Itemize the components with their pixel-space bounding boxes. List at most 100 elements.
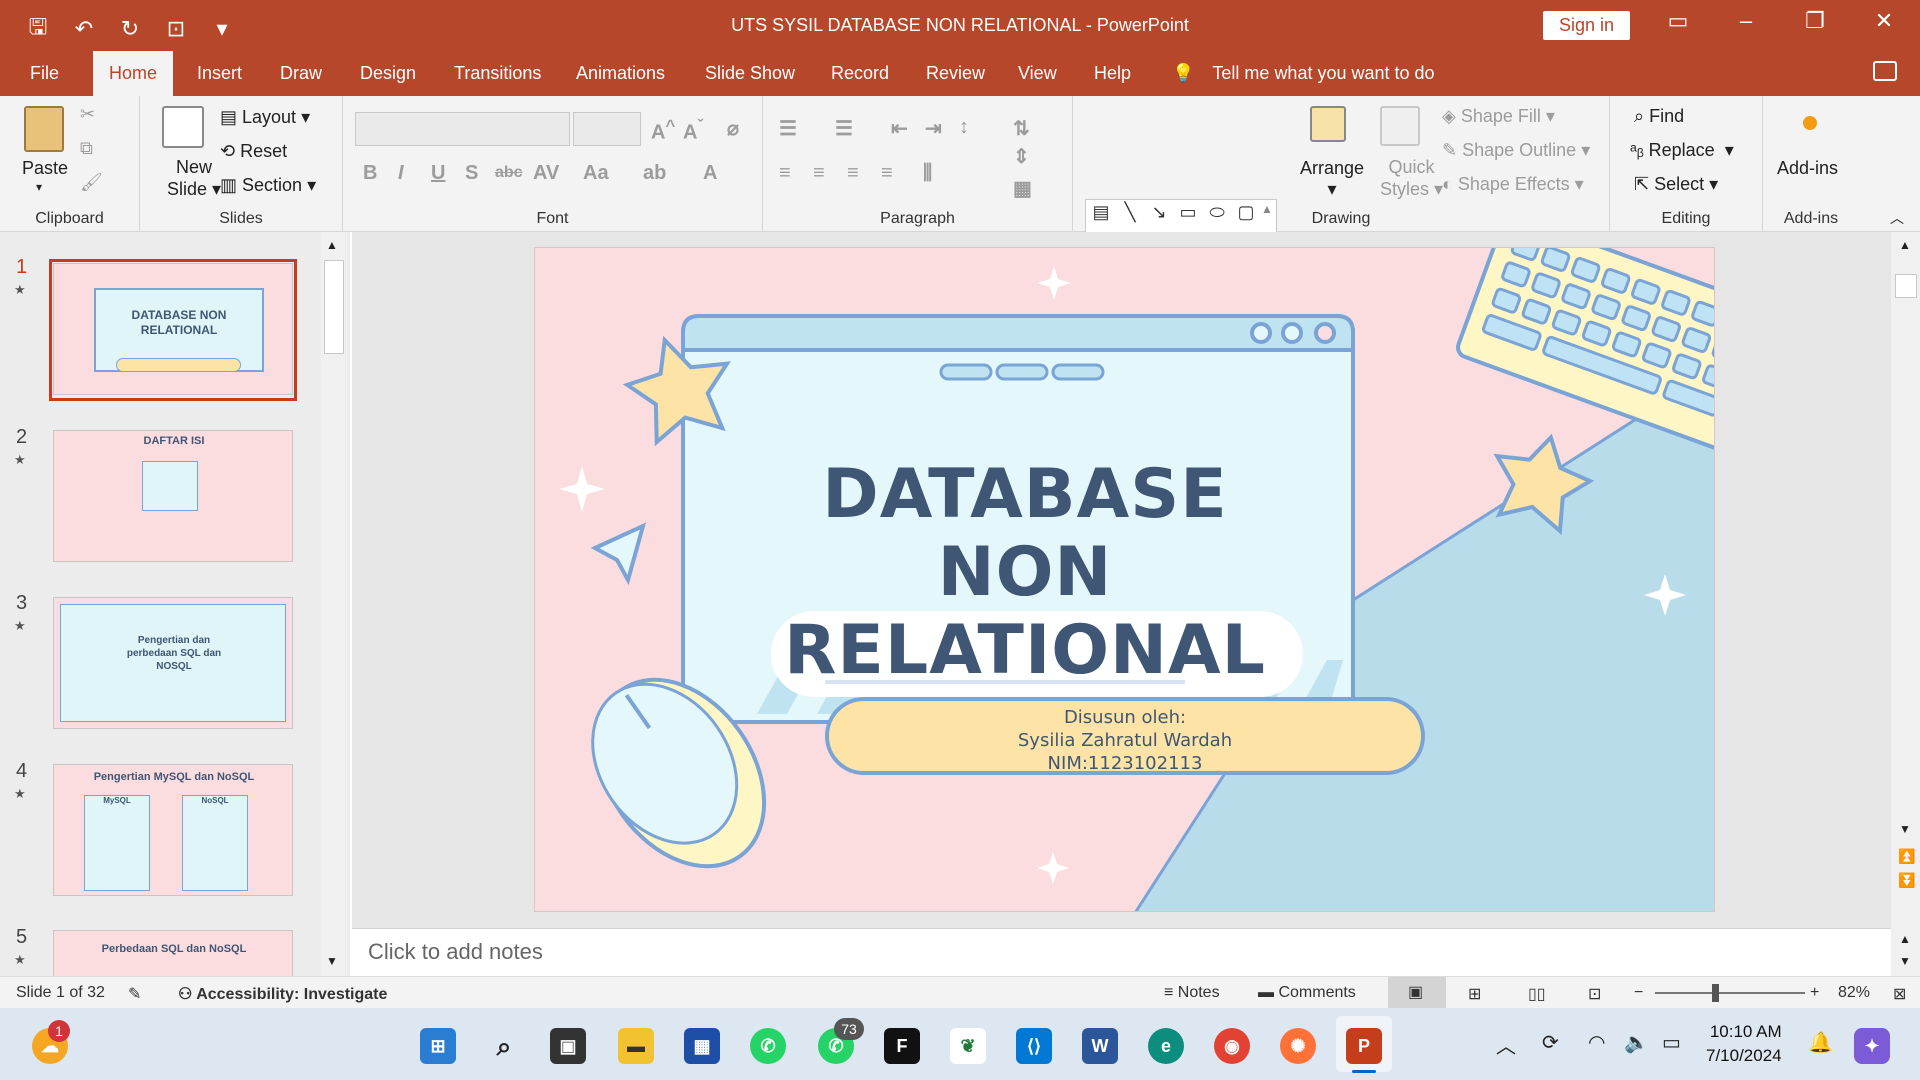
rounded-rect-shape-icon[interactable]: ▢ xyxy=(1235,202,1257,223)
shadow-icon[interactable]: S xyxy=(465,162,478,185)
paste-icon[interactable] xyxy=(24,106,64,152)
textbox-shape-icon[interactable]: ▤ xyxy=(1090,202,1112,223)
slideshow-view-icon[interactable]: ⊡ xyxy=(1588,984,1601,1004)
zoom-out-icon[interactable]: − xyxy=(1634,984,1643,1002)
tab-view[interactable]: View xyxy=(1014,51,1061,96)
slide-thumbnail-2[interactable]: DAFTAR ISI xyxy=(49,426,297,562)
rectangle-shape-icon[interactable]: ▭ xyxy=(1177,202,1199,223)
previous-slide-icon[interactable]: ⏫ xyxy=(1898,848,1915,865)
zoom-in-icon[interactable]: + xyxy=(1810,984,1819,1002)
tab-slide-show[interactable]: Slide Show xyxy=(701,51,799,96)
increase-font-icon[interactable]: A^ xyxy=(651,116,675,145)
task-view-icon[interactable]: ▣ xyxy=(550,1028,586,1064)
scroll-thumb[interactable] xyxy=(1895,274,1917,298)
word-icon[interactable]: W xyxy=(1082,1028,1118,1064)
tab-insert[interactable]: Insert xyxy=(193,51,246,96)
chrome-icon[interactable]: ◉ xyxy=(1214,1028,1250,1064)
arrow-line-shape-icon[interactable]: ↘ xyxy=(1148,202,1170,223)
fit-slide-icon[interactable]: ⊠ xyxy=(1893,984,1906,1004)
firefox-icon[interactable]: ✺ xyxy=(1280,1028,1316,1064)
scroll-up-icon[interactable]: ▲ xyxy=(326,238,338,252)
paste-button[interactable]: Paste xyxy=(22,158,68,179)
numbering-icon[interactable]: ☰ xyxy=(835,116,853,141)
increase-indent-icon[interactable]: ⇥ xyxy=(925,116,942,141)
cut-icon[interactable]: ✂ xyxy=(80,104,95,125)
char-spacing-icon[interactable]: AV xyxy=(533,162,559,185)
decrease-font-icon[interactable]: Aˇ xyxy=(683,116,703,145)
change-case-icon[interactable]: Aa xyxy=(583,162,609,185)
author-pill[interactable]: Disusun oleh: Sysilia Zahratul Wardah NI… xyxy=(825,697,1425,775)
close-icon[interactable]: ✕ xyxy=(1864,8,1904,34)
notes-scroll-up-icon[interactable]: ▲ xyxy=(1899,932,1911,946)
wifi-icon[interactable]: ◠ xyxy=(1588,1030,1605,1055)
scroll-down-icon[interactable]: ▼ xyxy=(326,954,338,968)
shape-outline-button[interactable]: ✎ Shape Outline ▾ xyxy=(1442,140,1590,161)
font-name-combo[interactable] xyxy=(355,112,570,146)
sync-icon[interactable]: ⟳ xyxy=(1542,1030,1559,1055)
vscode-icon[interactable]: ⟨⟩ xyxy=(1016,1028,1052,1064)
underline-icon[interactable]: U xyxy=(431,162,445,185)
copy-icon[interactable]: ⧉ xyxy=(80,138,93,159)
strikethrough-icon[interactable]: abc xyxy=(495,164,523,182)
edge-icon[interactable]: e xyxy=(1148,1028,1184,1064)
slide-title[interactable]: DATABASE NON RELATIONAL xyxy=(735,456,1315,690)
align-text-icon[interactable]: ⇕ xyxy=(1013,144,1030,169)
select-button[interactable]: ⇱ Select ▾ xyxy=(1634,174,1718,195)
tab-record[interactable]: Record xyxy=(827,51,893,96)
tab-review[interactable]: Review xyxy=(922,51,989,96)
text-direction-icon[interactable]: ⇅ xyxy=(1013,116,1030,141)
powerpoint-icon[interactable]: P xyxy=(1346,1028,1382,1064)
slide-scrollbar[interactable]: ▲ ▼ ⏫ ⏬ ▲ ▼ xyxy=(1891,232,1920,976)
reading-view-icon[interactable]: ▯▯ xyxy=(1528,984,1546,1004)
paste-dropdown-icon[interactable]: ▾ xyxy=(36,180,42,194)
line-shape-icon[interactable]: ╲ xyxy=(1119,202,1141,223)
zoom-slider[interactable] xyxy=(1655,992,1805,994)
start-icon[interactable]: ⊞ xyxy=(420,1028,456,1064)
justify-icon[interactable]: ≡ xyxy=(881,162,893,185)
layout-button[interactable]: ▤ Layout ▾ xyxy=(220,107,310,128)
slide-thumbnail-5[interactable]: Perbedaan SQL dan NoSQL xyxy=(49,926,297,976)
shape-fill-button[interactable]: ◈ Shape Fill ▾ xyxy=(1442,106,1555,127)
slide-thumbnail-4[interactable]: Pengertian MySQL dan NoSQL MySQL NoSQL xyxy=(49,760,297,896)
zoom-level[interactable]: 82% xyxy=(1838,984,1870,1002)
align-center-icon[interactable]: ≡ xyxy=(813,162,825,185)
tab-help[interactable]: Help xyxy=(1090,51,1135,96)
mongodb-icon[interactable]: ❦ xyxy=(950,1028,986,1064)
notes-pane[interactable]: Click to add notes xyxy=(352,928,1920,976)
zoom-slider-thumb[interactable] xyxy=(1712,984,1719,1002)
replace-button[interactable]: ᵃᵦ Replace ▾ xyxy=(1630,140,1734,161)
align-left-icon[interactable]: ≡ xyxy=(779,162,791,185)
slide-canvas[interactable]: DATABASE NON RELATIONAL Disusun oleh: Sy… xyxy=(534,247,1715,912)
decrease-indent-icon[interactable]: ⇤ xyxy=(891,116,908,141)
slide-sorter-icon[interactable]: ⊞ xyxy=(1468,984,1481,1004)
show-hidden-icons[interactable]: ︿ xyxy=(1496,1030,1516,1059)
arrange-button[interactable]: Arrange ▾ xyxy=(1300,158,1364,200)
columns-icon[interactable]: ⫼ xyxy=(923,162,932,185)
copilot-icon[interactable]: ✦ xyxy=(1854,1028,1890,1064)
new-slide-icon[interactable] xyxy=(162,106,204,148)
quick-styles-button[interactable]: Quick Styles ▾ xyxy=(1380,156,1443,200)
tab-transitions[interactable]: Transitions xyxy=(450,51,545,96)
tab-draw[interactable]: Draw xyxy=(276,51,326,96)
font-color-icon[interactable]: A xyxy=(703,162,717,185)
figma-icon[interactable]: F xyxy=(884,1028,920,1064)
slide-thumbnail-1[interactable]: DATABASE NON RELATIONAL xyxy=(49,259,297,401)
bold-icon[interactable]: B xyxy=(363,162,377,185)
tab-animations[interactable]: Animations xyxy=(572,51,669,96)
new-slide-button[interactable]: New Slide ▾ xyxy=(167,156,221,200)
italic-icon[interactable]: I xyxy=(398,162,404,185)
store-icon[interactable]: ▦ xyxy=(684,1028,720,1064)
comments-icon[interactable] xyxy=(1873,61,1897,81)
ribbon-display-icon[interactable]: ▭ xyxy=(1658,8,1698,34)
notification-bell-icon[interactable]: 🔔 xyxy=(1808,1030,1833,1055)
comments-button[interactable]: ▬ Comments xyxy=(1258,984,1356,1002)
tab-file[interactable]: File xyxy=(26,51,63,96)
scroll-thumb[interactable] xyxy=(324,260,344,354)
scroll-down-icon[interactable]: ▼ xyxy=(1899,822,1911,836)
accessibility-button[interactable]: ⚇ Accessibility: Investigate xyxy=(178,984,387,1004)
oval-shape-icon[interactable]: ⬭ xyxy=(1206,202,1228,223)
section-button[interactable]: ▥ Section ▾ xyxy=(220,175,316,196)
restore-icon[interactable]: ❐ xyxy=(1795,8,1835,34)
file-explorer-icon[interactable]: ▬ xyxy=(618,1028,654,1064)
find-button[interactable]: ⌕ Find xyxy=(1634,106,1684,127)
